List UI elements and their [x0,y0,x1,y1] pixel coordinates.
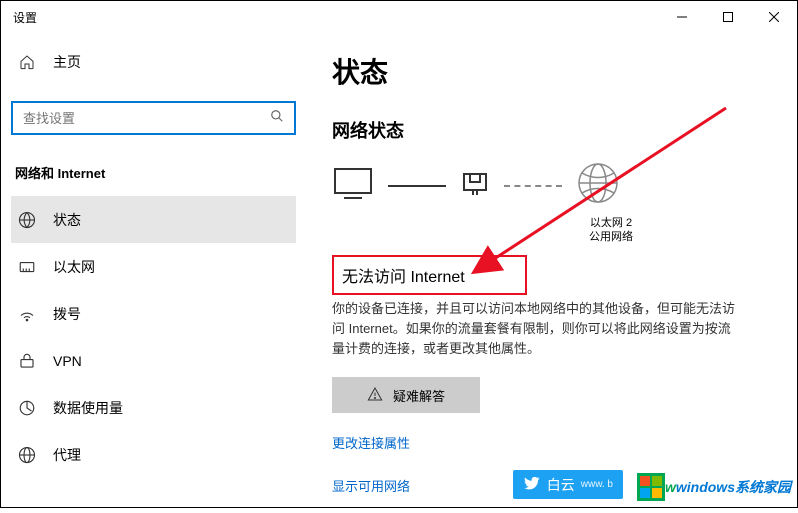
home-icon [17,54,37,70]
adapter-name: 以太网 2 [451,216,771,230]
datausage-icon [17,399,37,417]
nav-item-vpn[interactable]: VPN [11,337,296,384]
close-button[interactable] [751,1,797,33]
bird-icon [523,474,541,495]
ethernet-icon [17,258,37,276]
watermark-ruanzhijia: wwindows系统家园 [637,473,791,501]
watermark-text: 白云 [547,475,575,495]
nav-item-ethernet[interactable]: 以太网 [11,243,296,290]
maximize-button[interactable] [705,1,751,33]
nav-item-status[interactable]: 状态 [11,196,296,243]
sidebar: 主页 网络和 Internet 状态 以太网 拨号 VPN 数据使用量 [1,33,306,507]
main-content: 状态 网络状态 以太网 2 公用网络 无法访问 Internet 你的设备已连接… [306,33,797,507]
proxy-icon [17,446,37,464]
page-title: 状态 [332,51,771,91]
titlebar: 设置 [1,1,797,33]
adapter-type: 公用网络 [451,230,771,244]
section-title: 网络状态 [332,117,771,143]
network-diagram [332,161,771,210]
connection-line-dashed [504,185,562,187]
globe-icon [576,161,620,210]
change-properties-link[interactable]: 更改连接属性 [332,433,771,452]
troubleshoot-button[interactable]: 疑难解答 [332,377,480,413]
search-input[interactable] [23,111,270,126]
minimize-button[interactable] [659,1,705,33]
nav-label: 拨号 [53,304,81,324]
alert-text: 无法访问 Internet [342,263,465,287]
dialup-icon [17,305,37,323]
vpn-icon [17,352,37,370]
status-icon [17,211,37,229]
adapter-labels: 以太网 2 公用网络 [451,216,771,245]
category-header: 网络和 Internet [11,163,296,182]
home-nav[interactable]: 主页 [11,41,296,83]
alert-highlight: 无法访问 Internet [332,255,527,295]
nav-item-dialup[interactable]: 拨号 [11,290,296,337]
nav-item-proxy[interactable]: 代理 [11,431,296,478]
home-label: 主页 [53,52,81,72]
nav-label: 状态 [53,210,81,230]
computer-icon [332,166,374,205]
search-icon [270,109,284,128]
window-title: 设置 [13,9,37,26]
nav-item-datausage[interactable]: 数据使用量 [11,384,296,431]
warning-icon [367,386,383,405]
troubleshoot-label: 疑难解答 [393,386,445,405]
windows-flag-icon [637,473,665,501]
watermark-baiyun: 白云 www. b [513,470,623,499]
status-description: 你的设备已连接，并且可以访问本地网络中的其他设备，但可能无法访问 Interne… [332,299,742,359]
nav-label: 数据使用量 [53,398,123,418]
nav-label: 代理 [53,445,81,465]
connection-line-solid [388,185,446,187]
search-box[interactable] [11,101,296,135]
nav-label: VPN [53,353,82,369]
window-controls [659,1,797,33]
nav-label: 以太网 [53,257,95,277]
adapter-icon [460,168,490,203]
